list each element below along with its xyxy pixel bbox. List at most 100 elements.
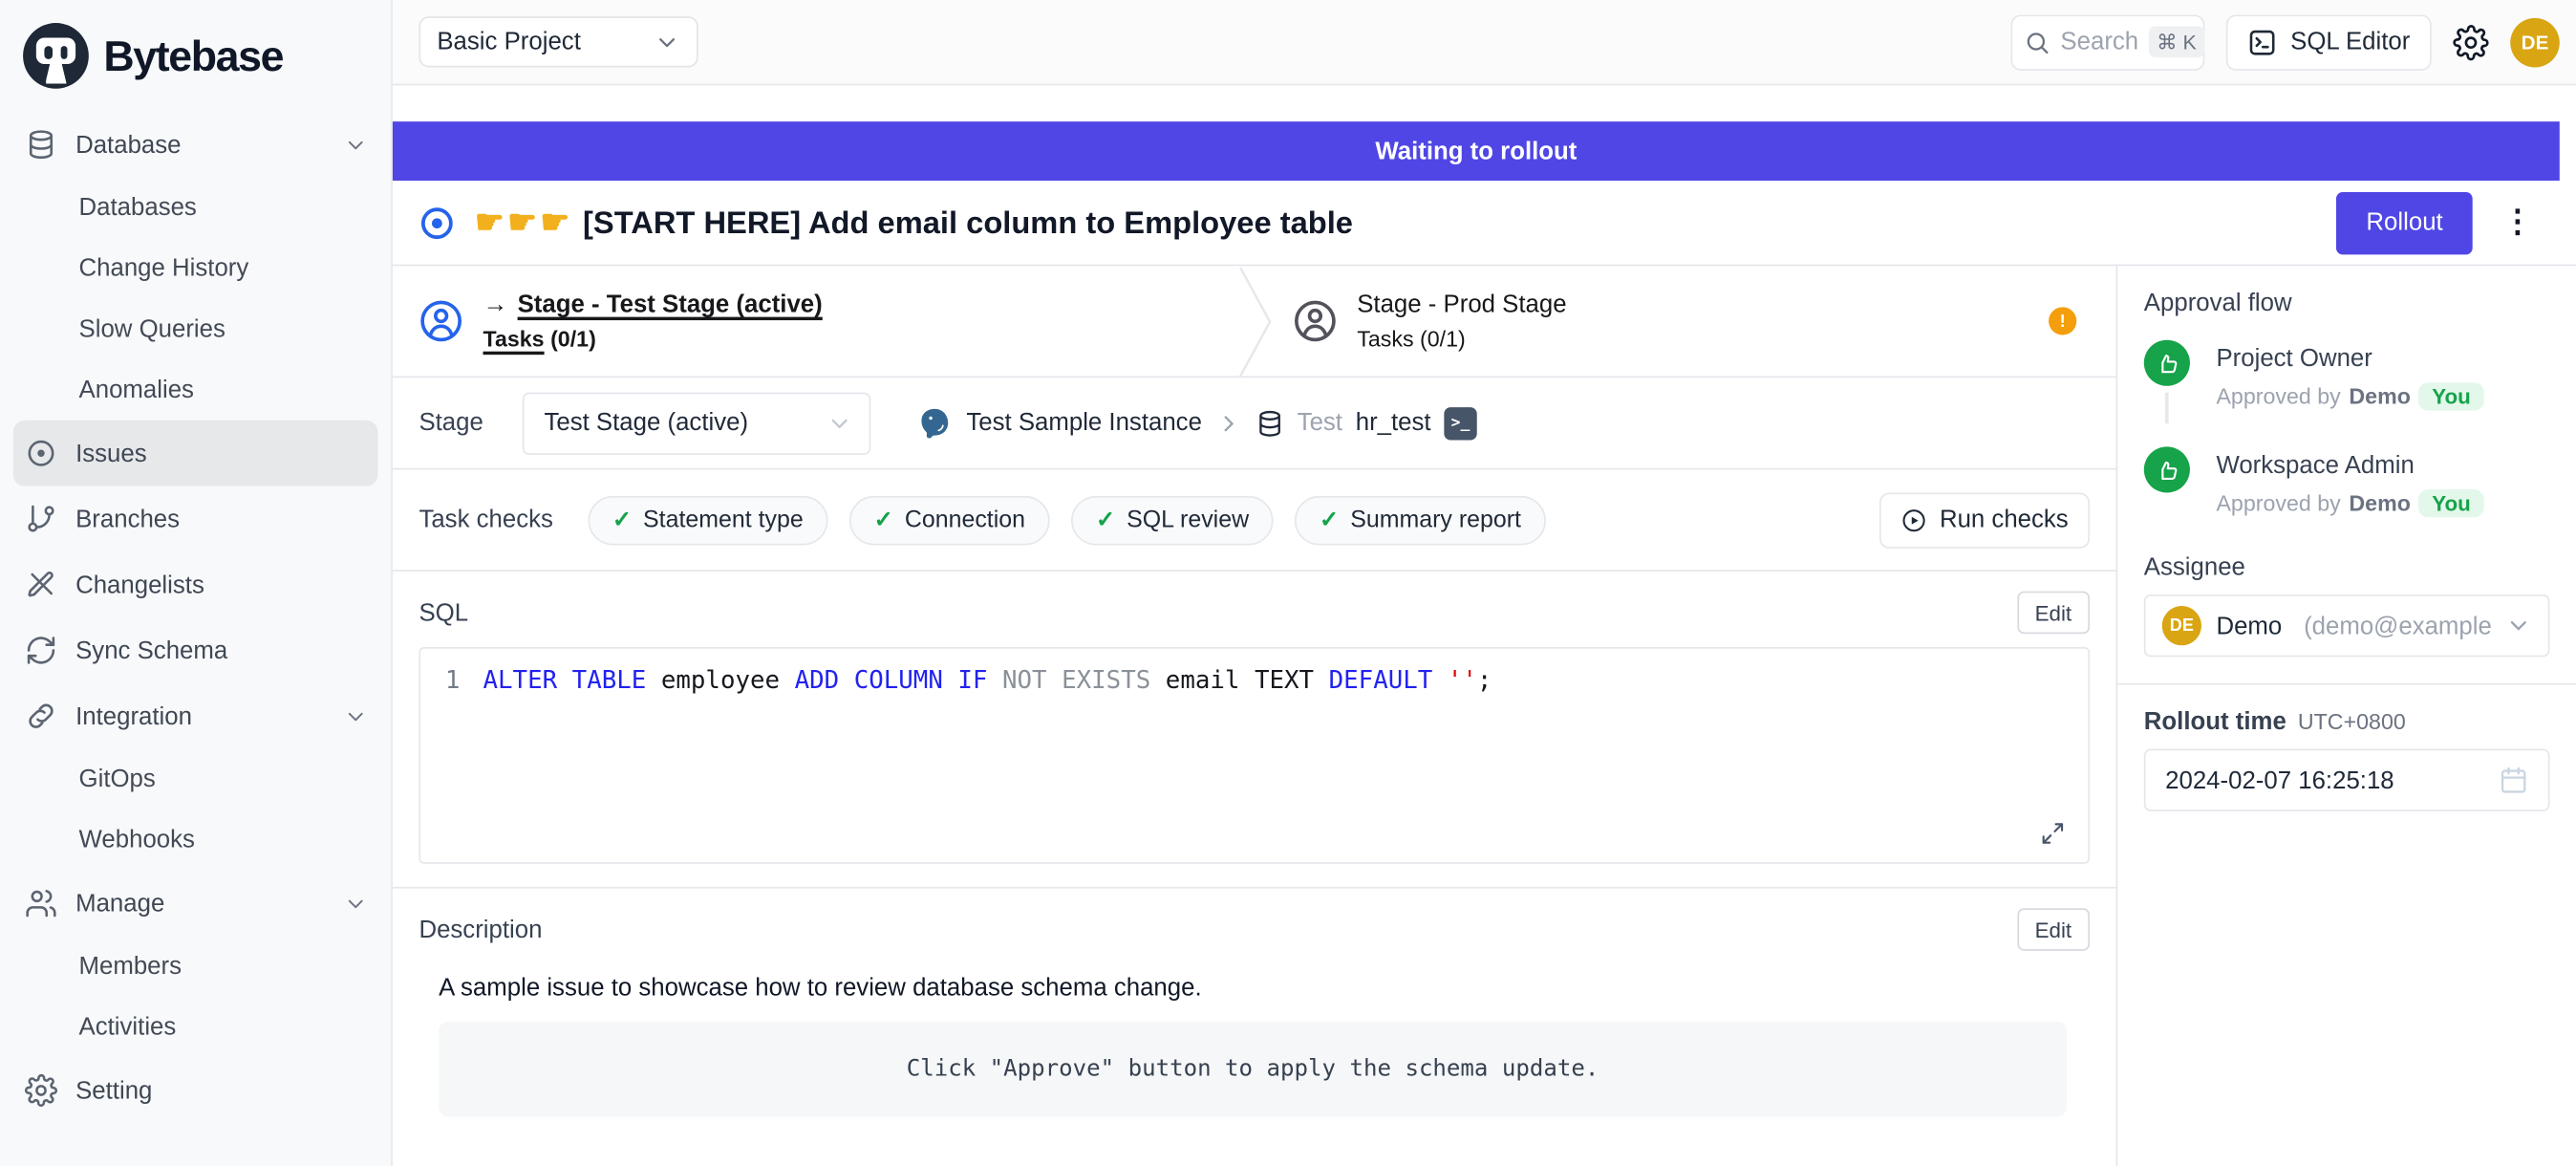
chevron-down-icon	[343, 703, 368, 728]
sidebar-item-members[interactable]: Members	[0, 936, 391, 997]
approver-name: Demo	[2349, 384, 2411, 409]
gear-icon[interactable]	[2453, 24, 2489, 60]
assignee-name: Demo	[2216, 612, 2282, 639]
sidebar-item-label: Changelists	[75, 571, 204, 598]
pointer-emoji: ☛☛☛	[475, 205, 573, 242]
sidebar-item-integration[interactable]: Integration	[0, 683, 391, 749]
assignee-select[interactable]: DE Demo (demo@example	[2144, 594, 2550, 657]
task-check-label: SQL review	[1127, 507, 1249, 532]
stage-tab-title: Stage - Test Stage (active)	[518, 291, 823, 318]
sidebar-item-label: Integration	[75, 702, 192, 730]
stage-tasks-count: (0/1)	[1420, 327, 1466, 352]
issue-title-row: ☛☛☛[START HERE] Add email column to Empl…	[393, 181, 2576, 266]
sidebar: Bytebase DatabaseDatabasesChange History…	[0, 0, 393, 1166]
sidebar-item-issues[interactable]: Issues	[13, 421, 378, 486]
issue-detail-column: → Stage - Test Stage (active) Tasks (0/1)	[393, 266, 2116, 1166]
active-stage-arrow: →	[483, 291, 508, 318]
run-checks-label: Run checks	[1940, 506, 2069, 533]
database-breadcrumb: Test Sample Instance Test hr_test >_	[917, 405, 1477, 442]
description-header: Description Edit	[393, 889, 2116, 951]
panel-divider	[2117, 683, 2576, 685]
user-avatar[interactable]: DE	[2510, 17, 2560, 67]
open-sql-editor-icon[interactable]: >_	[1444, 406, 1476, 439]
rollout-time-input[interactable]: 2024-02-07 16:25:18	[2144, 749, 2550, 811]
sidebar-nav: DatabaseDatabasesChange History Slow Quer…	[0, 105, 391, 1166]
task-check-label: Statement type	[643, 507, 804, 532]
sql-token-keyword: ADD COLUMN IF	[795, 665, 1002, 695]
approval-icon-column	[2144, 446, 2190, 530]
sidebar-item-label: Activities	[79, 1013, 177, 1041]
step-connector	[2165, 393, 2168, 424]
sidebar-item-change-history[interactable]: Change History	[0, 238, 391, 299]
sql-editor[interactable]: 1 ALTER TABLE employee ADD COLUMN IF NOT…	[419, 647, 2090, 864]
home-logo-link[interactable]: Bytebase	[0, 0, 391, 105]
expand-icon[interactable]	[2040, 821, 2065, 846]
rollout-button[interactable]: Rollout	[2336, 191, 2472, 253]
stage-tab-title: Stage - Prod Stage	[1357, 291, 1566, 318]
status-banner-text: Waiting to rollout	[1375, 137, 1577, 164]
stage-tab-test-text: →Stage - Test Stage (active) Tasks (0/1)	[483, 291, 823, 352]
task-check-pill-sql-review[interactable]: ✓SQL review	[1071, 495, 1274, 545]
approval-status: Approved byDemoYou	[2216, 489, 2483, 530]
assignee-avatar: DE	[2162, 606, 2201, 645]
sidebar-item-label: Slow Queries	[79, 315, 225, 343]
sql-line: 1 ALTER TABLE employee ADD COLUMN IF NOT…	[420, 649, 2088, 695]
sidebar-item-sync-schema[interactable]: Sync Schema	[0, 617, 391, 683]
approval-status-prefix: Approved by	[2216, 491, 2340, 516]
topbar-right: Search ⌘ K SQL Editor DE	[2011, 14, 2560, 70]
run-checks-button[interactable]: Run checks	[1878, 492, 2090, 548]
sidebar-item-activities[interactable]: Activities	[0, 997, 391, 1058]
sidebar-item-database[interactable]: Database	[0, 112, 391, 178]
more-options-icon[interactable]: ⋮	[2492, 204, 2549, 242]
sidebar-item-label: Branches	[75, 505, 180, 532]
chevron-down-icon	[2505, 613, 2532, 638]
check-icon: ✓	[1320, 506, 1339, 533]
search-input[interactable]: Search ⌘ K	[2011, 14, 2205, 70]
sidebar-item-anomalies[interactable]: Anomalies	[0, 359, 391, 421]
chevron-down-icon	[343, 132, 368, 157]
task-checks-row: Task checks ✓Statement type✓Connection✓S…	[393, 469, 2116, 572]
stage-tab-prod[interactable]: Stage - Prod Stage Tasks (0/1)	[1293, 266, 1566, 376]
task-check-pill-connection[interactable]: ✓Connection	[849, 495, 1050, 545]
sidebar-item-webhooks[interactable]: Webhooks	[0, 810, 391, 871]
sidebar-item-gitops[interactable]: GitOps	[0, 749, 391, 810]
approval-steps: Project OwnerApproved byDemoYouWorkspace…	[2144, 340, 2550, 530]
sidebar-item-setting[interactable]: Setting	[0, 1058, 391, 1124]
sidebar-item-changelists[interactable]: Changelists	[0, 551, 391, 617]
sidebar-item-databases[interactable]: Databases	[0, 178, 391, 239]
postgresql-icon	[917, 405, 954, 442]
sql-editor-button[interactable]: SQL Editor	[2226, 14, 2432, 70]
instance-name[interactable]: Test Sample Instance	[966, 409, 1202, 437]
stage-tab-test[interactable]: →Stage - Test Stage (active) Tasks (0/1)	[419, 266, 1236, 376]
stage-tasks-link[interactable]: Tasks	[483, 327, 545, 352]
task-check-label: Summary report	[1350, 507, 1521, 532]
sql-statement: ALTER TABLE employee ADD COLUMN IF NOT E…	[483, 665, 1492, 695]
gear-icon	[23, 1073, 57, 1108]
database-name[interactable]: hr_test	[1356, 409, 1431, 437]
sidebar-item-slow-queries[interactable]: Slow Queries	[0, 299, 391, 360]
rollout-time-label: Rollout time	[2144, 708, 2286, 736]
sidebar-item-label: Webhooks	[79, 826, 195, 853]
description-note: Click "Approve" button to apply the sche…	[439, 1022, 2067, 1117]
project-selector-value: Basic Project	[437, 28, 654, 55]
circle-dot-icon	[23, 436, 57, 470]
task-check-pill-summary-report[interactable]: ✓ Summary report	[1295, 495, 1546, 545]
approval-step-workspace-admin: Workspace AdminApproved byDemoYou	[2144, 446, 2550, 530]
sidebar-item-manage[interactable]: Manage	[0, 871, 391, 937]
sql-edit-button[interactable]: Edit	[2017, 592, 2090, 635]
project-selector[interactable]: Basic Project	[419, 16, 698, 67]
sidebar-item-label: Anomalies	[79, 376, 194, 403]
stage-select-value: Test Stage (active)	[544, 409, 826, 437]
sql-token-string: ''	[1448, 665, 1477, 695]
calendar-icon	[2499, 766, 2528, 795]
thumbs-up-icon	[2144, 340, 2190, 386]
stage-select[interactable]: Test Stage (active)	[523, 392, 871, 454]
task-check-pill-statement-type[interactable]: ✓Statement type	[588, 495, 827, 545]
stage-tasks-link: Tasks	[1357, 327, 1413, 352]
description-edit-button[interactable]: Edit	[2017, 908, 2090, 951]
main-area: Basic Project Search ⌘ K SQL E	[393, 0, 2576, 1166]
sidebar-item-branches[interactable]: Branches	[0, 486, 391, 552]
approval-status: Approved byDemoYou	[2216, 382, 2483, 423]
description-text: A sample issue to showcase how to review…	[439, 974, 2090, 1002]
page-title: ☛☛☛[START HERE] Add email column to Empl…	[475, 202, 1353, 243]
